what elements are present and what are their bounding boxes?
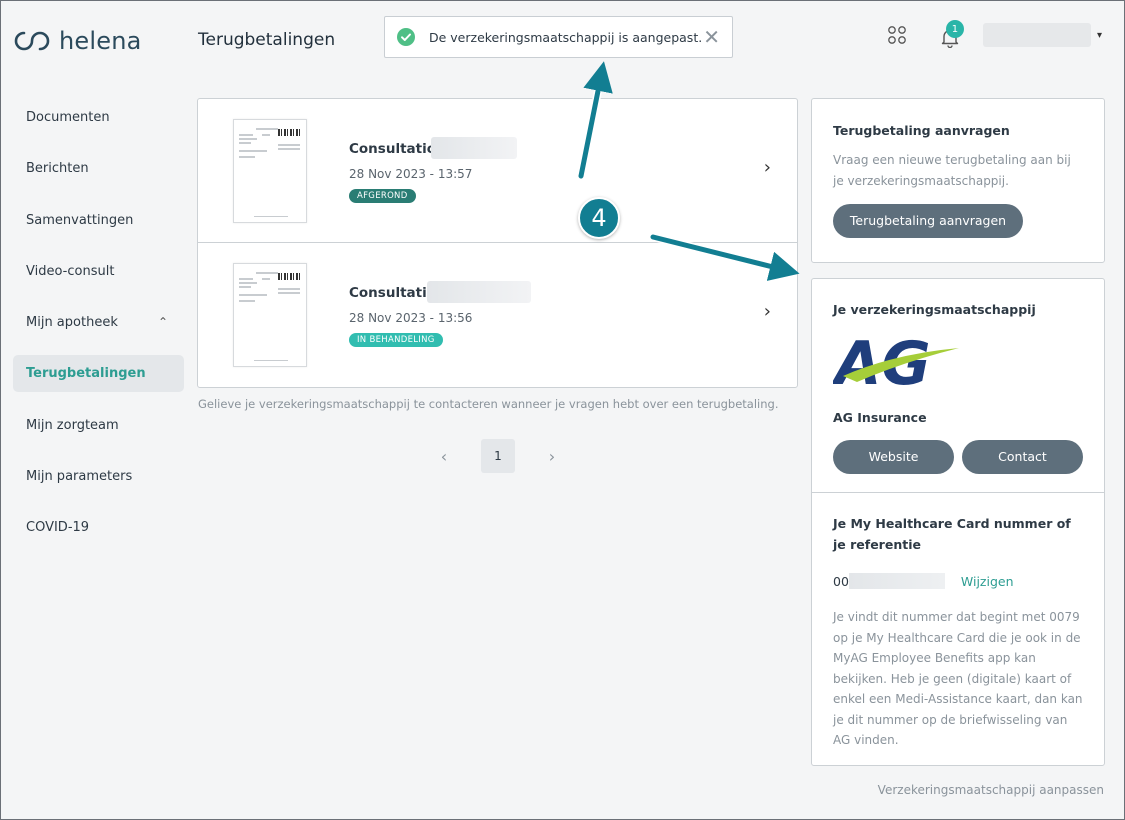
sidebar-item-label: Mijn parameters	[26, 469, 133, 485]
sidebar-item-covid-19[interactable]: COVID-19	[13, 509, 184, 546]
sidebar-item-label: Samenvattingen	[26, 212, 134, 228]
healthcare-card-section: Je My Healthcare Card nummer of je refer…	[812, 493, 1104, 771]
sidebar-item-label: Berichten	[26, 161, 89, 177]
card-description: Vraag een nieuwe terugbetaling aan bij j…	[833, 153, 1071, 188]
redacted-text	[427, 281, 531, 303]
pagination: ‹ 1 ›	[434, 439, 562, 473]
toast-message: De verzekeringsmaatschappij is aangepast…	[429, 29, 703, 45]
insurer-card: Je verzekeringsmaatschappij AG AG Insura…	[811, 278, 1105, 766]
sidebar-item-label: Documenten	[26, 110, 110, 125]
previous-page-icon[interactable]: ‹	[434, 447, 454, 466]
card-number-prefix: 00	[833, 573, 849, 589]
header-actions: 1 ▾	[887, 20, 1102, 48]
sidebar-nav: Documenten Berichten Samenvattingen Vide…	[13, 99, 184, 561]
sidebar-item-documenten[interactable]: Documenten	[13, 99, 184, 136]
healthcare-card-explanation: Je vindt dit nummer dat begint met 0079 …	[833, 610, 1083, 747]
sidebar-item-berichten[interactable]: Berichten	[13, 150, 184, 187]
logo-text: helena	[59, 27, 142, 55]
next-page-icon[interactable]: ›	[542, 447, 562, 466]
success-toast: De verzekeringsmaatschappij is aangepast…	[384, 16, 733, 58]
request-reimbursement-card: Terugbetaling aanvragen Vraag een nieuwe…	[811, 98, 1105, 263]
website-button[interactable]: Website	[833, 440, 954, 474]
sidebar-item-terugbetalingen[interactable]: Terugbetalingen	[13, 355, 184, 393]
request-reimbursement-button[interactable]: Terugbetaling aanvragen	[833, 204, 1023, 238]
insurer-actions: Website Contact	[833, 440, 1083, 474]
sidebar-item-mijn-zorgteam[interactable]: Mijn zorgteam	[13, 407, 184, 444]
status-badge: AFGEROND	[349, 189, 416, 203]
reimbursement-list: Consultation 28 Nov 2023 - 13:57 AFGERON…	[197, 98, 798, 388]
sidebar-item-label: Mijn apotheek	[26, 315, 118, 331]
sidebar-item-label: Terugbetalingen	[26, 366, 146, 382]
sidebar-item-mijn-apotheek[interactable]: Mijn apotheek ⌃	[13, 304, 184, 341]
page-number-button[interactable]: 1	[481, 439, 515, 473]
chevron-right-icon[interactable]: ›	[764, 157, 771, 178]
sidebar-item-label: Mijn zorgteam	[26, 417, 119, 433]
chevron-down-icon[interactable]: ▾	[1097, 30, 1102, 41]
apps-grid-icon[interactable]	[887, 25, 907, 45]
insurer-section: Je verzekeringsmaatschappij AG AG Insura…	[812, 279, 1104, 493]
sidebar-item-video-consult[interactable]: Video-consult	[13, 253, 184, 290]
close-icon[interactable]: ✕	[703, 25, 720, 49]
healthcare-card-number: 00 Wijzigen	[833, 573, 1083, 589]
list-item[interactable]: Consultation 28 Nov 2023 - 13:57 AFGERON…	[198, 99, 797, 243]
status-badge: IN BEHANDELING	[349, 333, 443, 347]
sidebar-item-label: COVID-19	[26, 520, 90, 536]
user-name-redacted[interactable]	[982, 23, 1091, 47]
redacted-text	[431, 137, 517, 159]
insurer-name: AG Insurance	[833, 410, 927, 425]
helena-logo-icon	[14, 31, 50, 51]
contact-button[interactable]: Contact	[962, 440, 1083, 474]
chevron-right-icon[interactable]: ›	[764, 301, 771, 322]
page-title: Terugbetalingen	[198, 30, 336, 50]
healthcare-card-heading: Je My Healthcare Card nummer of je refer…	[833, 516, 1071, 552]
list-item[interactable]: Consultation 28 Nov 2023 - 13:56 IN BEHA…	[198, 243, 797, 387]
helena-logo[interactable]: helena	[13, 27, 142, 55]
document-thumbnail	[233, 263, 307, 367]
step-number-badge: 4	[578, 197, 620, 239]
check-circle-icon	[397, 28, 415, 46]
change-number-link[interactable]: Wijzigen	[961, 574, 1014, 589]
reimbursement-date: 28 Nov 2023 - 13:56	[349, 311, 473, 325]
svg-text:AG: AG	[833, 332, 931, 390]
insurer-heading: Je verzekeringsmaatschappij	[833, 302, 1036, 317]
redacted-number	[848, 573, 945, 589]
notifications-button[interactable]: 1	[941, 20, 964, 48]
ag-insurance-logo: AG	[831, 329, 959, 399]
sidebar-item-samenvattingen[interactable]: Samenvattingen	[13, 202, 184, 239]
sidebar-item-mijn-parameters[interactable]: Mijn parameters	[13, 458, 184, 495]
chevron-up-icon[interactable]: ⌃	[158, 304, 168, 341]
contact-note: Gelieve je verzekeringsmaatschappij te c…	[198, 397, 779, 411]
change-insurer-link[interactable]: Verzekeringsmaatschappij aanpassen	[878, 783, 1104, 797]
sidebar-item-label: Video-consult	[26, 263, 115, 279]
card-heading: Terugbetaling aanvragen	[833, 123, 1010, 138]
reimbursement-date: 28 Nov 2023 - 13:57	[349, 167, 473, 181]
notification-badge: 1	[945, 20, 964, 38]
document-thumbnail	[233, 119, 307, 223]
